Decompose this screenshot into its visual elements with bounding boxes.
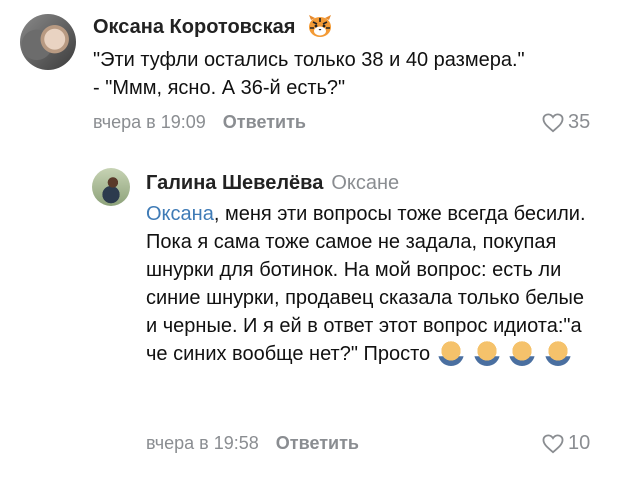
heart-icon bbox=[542, 433, 564, 453]
avatar[interactable] bbox=[92, 168, 130, 206]
like-button[interactable]: 35 bbox=[542, 111, 590, 134]
comment-text-line: - "Ммм, ясно. А 36-й есть?" bbox=[93, 77, 346, 99]
comment-meta: вчера в 19:09 Ответить bbox=[93, 112, 306, 133]
author-name[interactable]: Оксана Коротовская bbox=[93, 16, 295, 38]
avatar[interactable] bbox=[20, 14, 76, 70]
reply-button[interactable]: Ответить bbox=[223, 112, 306, 132]
comment-text-line: "Эти туфли остались только 38 и 40 разме… bbox=[93, 49, 525, 71]
comment-author[interactable]: Оксана Коротовская bbox=[93, 14, 333, 39]
facepalm-emoji-icon bbox=[509, 340, 536, 366]
facepalm-emoji-icon bbox=[473, 340, 500, 366]
like-button[interactable]: 10 bbox=[542, 432, 590, 455]
comment-text: "Эти туфли остались только 38 и 40 разме… bbox=[93, 46, 603, 102]
like-count: 35 bbox=[568, 111, 591, 133]
facepalm-emoji-icon bbox=[544, 340, 571, 366]
reply-button[interactable]: Ответить bbox=[276, 433, 359, 453]
tiger-emoji-icon bbox=[308, 15, 331, 37]
comment-author[interactable]: Галина Шевелёва Оксане bbox=[146, 172, 399, 195]
reply-to-label[interactable]: Оксане bbox=[331, 172, 399, 194]
comment-time[interactable]: вчера в 19:09 bbox=[93, 112, 206, 132]
like-count: 10 bbox=[568, 432, 591, 454]
comment-time[interactable]: вчера в 19:58 bbox=[146, 433, 259, 453]
comment-meta: вчера в 19:58 Ответить bbox=[146, 433, 359, 454]
comment-text: Оксана, меня эти вопросы тоже всегда бес… bbox=[146, 200, 586, 374]
heart-icon bbox=[542, 112, 564, 132]
facepalm-emoji-icon bbox=[438, 340, 465, 366]
author-name[interactable]: Галина Шевелёва bbox=[146, 172, 323, 194]
facepalm-emoji-group bbox=[438, 340, 575, 374]
mention-link[interactable]: Оксана bbox=[146, 203, 214, 225]
